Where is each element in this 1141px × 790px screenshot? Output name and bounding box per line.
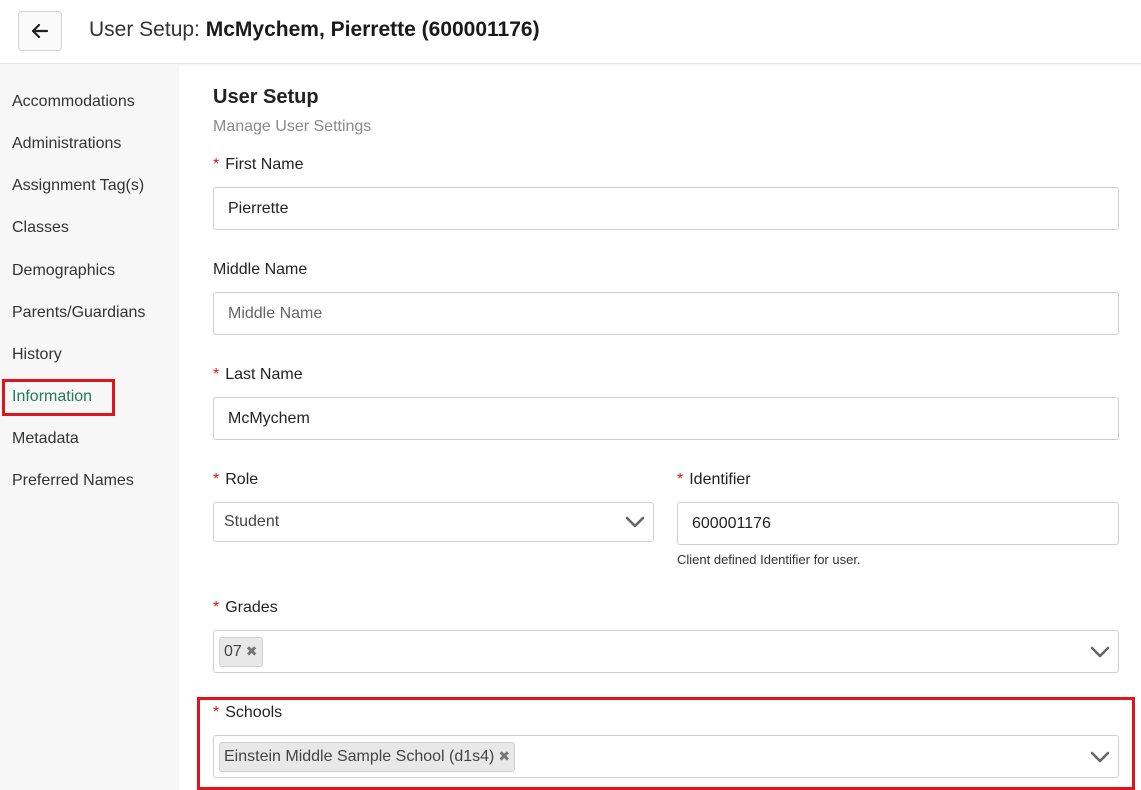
required-marker: * [213,366,220,383]
school-tag: Einstein Middle Sample School (d1s4) ✖ [219,741,516,772]
sidebar-item-administrations[interactable]: Administrations [12,129,121,159]
schools-label: * Schools [213,704,282,722]
role-label: * Role [213,471,258,489]
sidebar-item-history[interactable]: History [12,340,62,370]
identifier-input[interactable] [677,502,1119,545]
grades-multiselect[interactable]: 07 ✖ [213,630,1119,673]
page-header: User Setup: McMychem, Pierrette (6000011… [0,0,1141,64]
identifier-label-text: Identifier [689,471,751,488]
grades-label-text: Grades [225,599,278,616]
required-marker: * [213,599,220,616]
header-title-user: McMychem, Pierrette (600001176) [205,18,540,41]
required-marker: * [213,704,220,721]
sidebar-item-assignment-tags[interactable]: Assignment Tag(s) [12,171,144,201]
required-marker: * [213,471,220,488]
chevron-down-icon [1090,646,1110,657]
remove-tag-icon[interactable]: ✖ [246,643,258,660]
back-button[interactable] [18,11,62,51]
chevron-down-icon [1090,751,1110,762]
first-name-label-text: First Name [225,156,304,173]
required-marker: * [213,156,220,173]
sidebar-item-preferred-names[interactable]: Preferred Names [12,466,134,496]
header-title-prefix: User Setup: [89,18,206,41]
sidebar-item-parents-guardians[interactable]: Parents/Guardians [12,298,145,328]
schools-label-text: Schools [225,704,283,721]
chevron-down-icon [625,516,645,528]
role-select-value: Student [224,513,280,530]
sidebar-item-metadata[interactable]: Metadata [12,424,79,454]
remove-tag-icon[interactable]: ✖ [498,748,510,765]
page-header-title: User Setup: McMychem, Pierrette (6000011… [89,18,540,42]
first-name-label: * First Name [213,156,303,174]
middle-name-input[interactable] [213,292,1119,335]
role-select[interactable]: Student [213,502,654,542]
identifier-help-text: Client defined Identifier for user. [677,552,861,567]
last-name-input[interactable] [213,397,1119,440]
arrow-left-icon [32,24,48,38]
grades-label: * Grades [213,599,278,617]
page-title: User Setup [213,86,319,108]
last-name-label-text: Last Name [225,366,303,383]
grade-tag-label: 07 [224,642,242,660]
middle-name-label: Middle Name [213,261,308,278]
first-name-input[interactable] [213,187,1119,230]
sidebar-item-accommodations[interactable]: Accommodations [12,87,135,117]
sidebar-item-classes[interactable]: Classes [12,213,69,243]
highlight-box-information [2,379,115,416]
grade-tag: 07 ✖ [219,636,263,667]
required-marker: * [677,471,684,488]
identifier-label: * Identifier [677,471,751,489]
last-name-label: * Last Name [213,366,303,384]
sidebar-item-demographics[interactable]: Demographics [12,256,115,286]
role-label-text: Role [225,471,259,488]
schools-multiselect[interactable]: Einstein Middle Sample School (d1s4) ✖ [213,735,1119,778]
page-subtitle: Manage User Settings [213,118,372,135]
school-tag-label: Einstein Middle Sample School (d1s4) [224,747,495,765]
